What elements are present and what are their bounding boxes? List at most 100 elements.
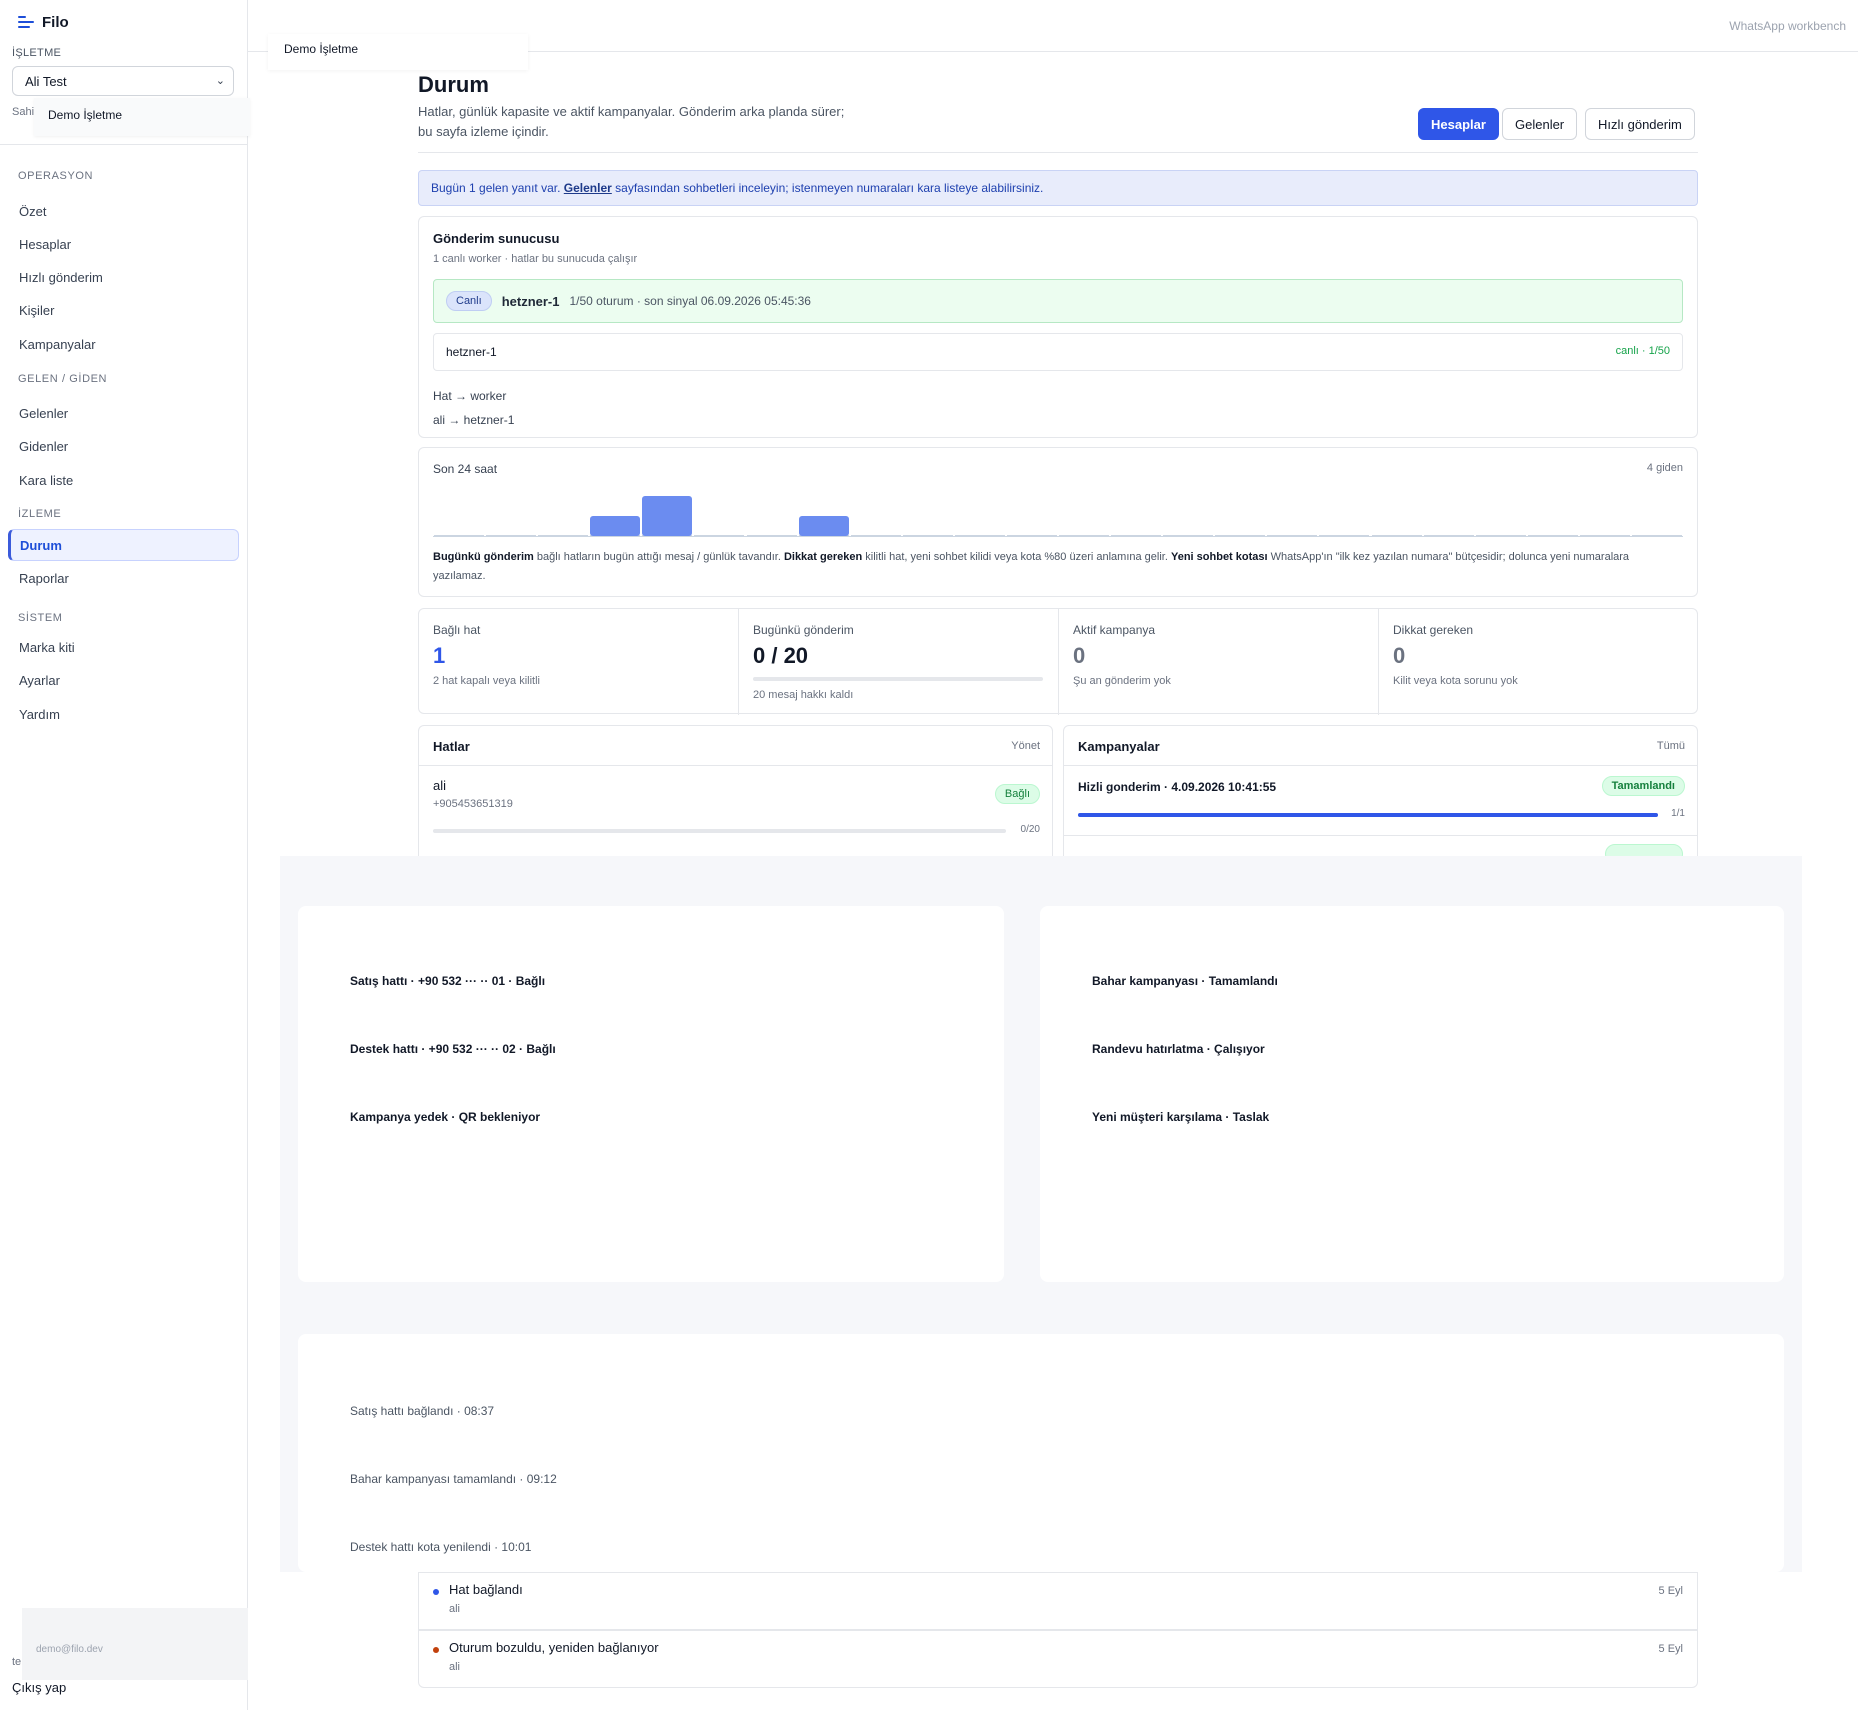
lines-title: Hatlar bbox=[433, 739, 470, 754]
stat-connected: Bağlı hat 1 2 hat kapalı veya kilitli bbox=[419, 609, 739, 715]
sidebar-item-kampanyalar[interactable]: Kampanyalar bbox=[8, 329, 239, 361]
lines-card-header: Hatlar Yönet bbox=[419, 726, 1052, 766]
server-card: Gönderim sunucusu 1 canlı worker · hatla… bbox=[418, 216, 1698, 438]
hour-bar bbox=[590, 516, 641, 536]
stat-attention: Dikkat gereken 0 Kilit veya kota sorunu … bbox=[1379, 609, 1699, 715]
overlay-campaign-item[interactable]: Randevu hatırlatma · Çalışıyor bbox=[1092, 1042, 1265, 1056]
sidebar-item-gidenler[interactable]: Gidenler bbox=[8, 431, 239, 463]
stat-value: 0 bbox=[1393, 643, 1406, 668]
sidebar-item-ayarlar[interactable]: Ayarlar bbox=[8, 665, 239, 697]
app-name: Filo bbox=[42, 14, 69, 31]
event-sub: ali bbox=[449, 1603, 461, 1615]
campaign-name: Hizli gonderim · 4.09.2026 10:41:55 bbox=[1078, 780, 1277, 794]
lines-manage-link[interactable]: Yönet bbox=[1011, 740, 1040, 752]
event-title: Oturum bozuldu, yeniden bağlanıyor bbox=[449, 1640, 659, 1655]
note-text: bağlı hatların bugün attığı mesaj / günl… bbox=[533, 551, 784, 563]
overlay-line-item[interactable]: Kampanya yedek · QR bekleniyor bbox=[350, 1110, 540, 1124]
nav-group-label: GELEN / GİDEN bbox=[18, 373, 108, 385]
event-date: 5 Eyl bbox=[1658, 1585, 1683, 1597]
event-dot bbox=[433, 1647, 439, 1653]
worker-row-status: canlı · 1/50 bbox=[1615, 345, 1670, 357]
stat-label: Bugünkü gönderim bbox=[753, 623, 854, 637]
stat-label: Bağlı hat bbox=[433, 623, 481, 637]
stat-sub: 20 mesaj hakkı kaldı bbox=[753, 689, 854, 701]
menu-icon[interactable] bbox=[18, 15, 34, 30]
overlay-lines-card: Satış hattı · +90 532 ··· ·· 01 · Bağlı … bbox=[298, 906, 1004, 1282]
user-prefix: te bbox=[12, 1656, 22, 1668]
event-item[interactable]: Oturum bozuldu, yeniden bağlanıyor ali 5… bbox=[418, 1630, 1698, 1688]
business-chip[interactable]: Demo İşletme bbox=[268, 34, 528, 70]
live-badge: Canlı bbox=[446, 291, 492, 311]
hourly-chart bbox=[433, 478, 1683, 536]
chevron-down-icon: ⌄ bbox=[215, 75, 225, 87]
sidebar-item-hesaplar[interactable]: Hesaplar bbox=[8, 229, 239, 261]
business-select[interactable]: Ali Test ⌄ bbox=[12, 66, 234, 96]
stat-label: Dikkat gereken bbox=[1393, 623, 1474, 637]
stat-sub: 2 hat kapalı veya kilitli bbox=[433, 675, 540, 687]
line-usage: 0/20 bbox=[1020, 824, 1040, 835]
notice-suffix: sayfasından sohbetleri inceleyin; istenm… bbox=[615, 181, 1044, 195]
incoming-button[interactable]: Gelenler bbox=[1502, 108, 1578, 140]
activity-card: Son 24 saat 4 giden Bugünkü gönderim bağ… bbox=[418, 447, 1698, 597]
overlay-campaigns-card: Bahar kampanyası · Tamamlandı Randevu ha… bbox=[1040, 906, 1784, 1282]
nav-group-label: İZLEME bbox=[18, 508, 62, 520]
stat-sub: Şu an gönderim yok bbox=[1073, 675, 1171, 687]
event-item[interactable]: Hat bağlandı ali 5 Eyl bbox=[418, 1572, 1698, 1630]
line-status-badge: Bağlı bbox=[994, 784, 1040, 804]
campaign-progress-bar bbox=[1078, 813, 1658, 817]
event-title: Hat bağlandı bbox=[449, 1582, 523, 1597]
worker-meta: 1/50 oturum · son sinyal 06.09.2026 05:4… bbox=[569, 294, 811, 308]
overlay-campaign-item[interactable]: Yeni müşteri karşılama · Taslak bbox=[1092, 1110, 1269, 1124]
stat-today: Bugünkü gönderim 0 / 20 20 mesaj hakkı k… bbox=[739, 609, 1059, 715]
sidebar-item-kisiler[interactable]: Kişiler bbox=[8, 295, 239, 327]
sidebar-item-marka-kiti[interactable]: Marka kiti bbox=[8, 632, 239, 664]
sidebar-item-durum[interactable]: Durum bbox=[8, 529, 239, 561]
stat-sub: Kilit veya kota sorunu yok bbox=[1393, 675, 1518, 687]
sidebar-item-hizli-gonderim[interactable]: Hızlı gönderim bbox=[8, 262, 239, 294]
line-row[interactable]: ali +905453651319 Bağlı 0/20 bbox=[419, 766, 1052, 856]
business-select-value: Ali Test bbox=[25, 74, 67, 89]
owner-text: Sahi bbox=[12, 106, 35, 118]
sidebar-divider bbox=[0, 144, 248, 145]
overlay-event-item: Destek hattı kota yenilendi · 10:01 bbox=[350, 1540, 532, 1554]
sidebar-item-kara-liste[interactable]: Kara liste bbox=[8, 465, 239, 497]
stat-value: 0 / 20 bbox=[753, 643, 809, 668]
event-sub: ali bbox=[449, 1661, 461, 1673]
sidebar-item-yardim[interactable]: Yardım bbox=[8, 699, 239, 731]
worker-row-name: hetzner-1 bbox=[446, 345, 497, 359]
sidebar: Filo İŞLETME Ali Test ⌄ Sahi Demo İşletm… bbox=[0, 0, 250, 1710]
activity-total: 4 giden bbox=[1646, 462, 1683, 474]
worker-name: hetzner-1 bbox=[501, 293, 560, 309]
overlay-campaign-item[interactable]: Bahar kampanyası · Tamamlandı bbox=[1092, 974, 1278, 988]
logout-link[interactable]: Çıkış yap bbox=[12, 1680, 66, 1695]
campaign-status-badge: Tamamlandı bbox=[1601, 776, 1685, 796]
live-worker-row: Canlı hetzner-1 1/50 oturum · son sinyal… bbox=[433, 279, 1683, 323]
campaigns-all-link[interactable]: Tümü bbox=[1657, 740, 1685, 752]
activity-title: Son 24 saat bbox=[433, 462, 498, 476]
quick-send-button[interactable]: Hızlı gönderim bbox=[1585, 108, 1695, 140]
sidebar-item-ozet[interactable]: Özet bbox=[8, 196, 239, 228]
campaign-count: 1/1 bbox=[1671, 808, 1685, 819]
sidebar-item-gelenler[interactable]: Gelenler bbox=[8, 398, 239, 430]
campaigns-title: Kampanyalar bbox=[1078, 739, 1160, 754]
brand[interactable]: Filo bbox=[18, 14, 69, 31]
preview-overlay: Satış hattı · +90 532 ··· ·· 01 · Bağlı … bbox=[280, 856, 1802, 1572]
stat-value: 1 bbox=[433, 643, 446, 668]
nav-group-label: OPERASYON bbox=[18, 170, 94, 182]
sidebar-item-raporlar[interactable]: Raporlar bbox=[8, 563, 239, 595]
campaign-row[interactable]: Hizli gonderim · 4.09.2026 10:41:55 Tama… bbox=[1064, 766, 1697, 836]
accounts-button[interactable]: Hesaplar bbox=[1418, 108, 1499, 140]
stat-campaigns: Aktif kampanya 0 Şu an gönderim yok bbox=[1059, 609, 1379, 715]
activity-note: Bugünkü gönderim bağlı hatların bugün at… bbox=[433, 548, 1683, 586]
header-divider bbox=[418, 152, 1698, 153]
overlay-event-item: Satış hattı bağlandı · 08:37 bbox=[350, 1404, 495, 1418]
hour-bar bbox=[798, 516, 849, 536]
notice-incoming-link[interactable]: Gelenler bbox=[564, 181, 612, 195]
business-dropdown-option[interactable]: Demo İşletme bbox=[34, 98, 250, 136]
nav-group-label: SİSTEM bbox=[18, 612, 63, 624]
overlay-line-item[interactable]: Destek hattı · +90 532 ··· ·· 02 · Bağlı bbox=[350, 1042, 556, 1056]
notice-prefix: Bugün 1 gelen yanıt var. bbox=[431, 181, 561, 195]
overlay-line-item[interactable]: Satış hattı · +90 532 ··· ·· 01 · Bağlı bbox=[350, 974, 545, 988]
worker-row[interactable]: hetzner-1 canlı · 1/50 bbox=[433, 333, 1683, 371]
line-name: ali bbox=[433, 778, 447, 793]
